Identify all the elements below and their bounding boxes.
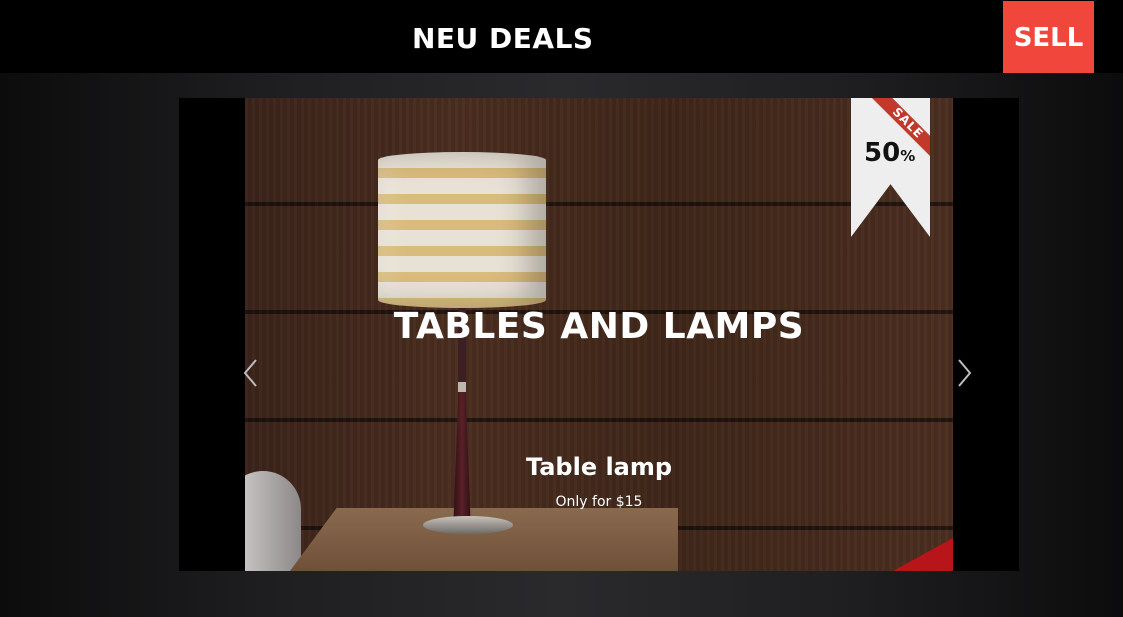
lamp-base	[423, 516, 513, 534]
product-name: Table lamp	[525, 453, 673, 481]
chair-shape	[245, 471, 301, 571]
chevron-left-icon	[243, 359, 257, 387]
slider-prev-button[interactable]	[241, 358, 261, 388]
sale-percent-sign: %	[900, 147, 916, 165]
product-price: Only for $15	[555, 494, 643, 510]
site-logo[interactable]: NEU DEALS	[412, 21, 594, 57]
lamp-shade	[378, 152, 546, 308]
lamp-ring	[458, 382, 466, 392]
slide-image: TABLES AND LAMPS Table lamp Only for $15	[245, 98, 953, 571]
sale-percent: 50%	[864, 138, 915, 168]
sell-button[interactable]: SELL	[1003, 1, 1094, 75]
chevron-right-icon	[958, 359, 972, 387]
top-bar: NEU DEALS SELL	[0, 0, 1123, 75]
slide-title: TABLES AND LAMPS	[393, 306, 805, 347]
slider-next-button[interactable]	[954, 358, 974, 388]
sale-percent-value: 50	[864, 138, 901, 168]
